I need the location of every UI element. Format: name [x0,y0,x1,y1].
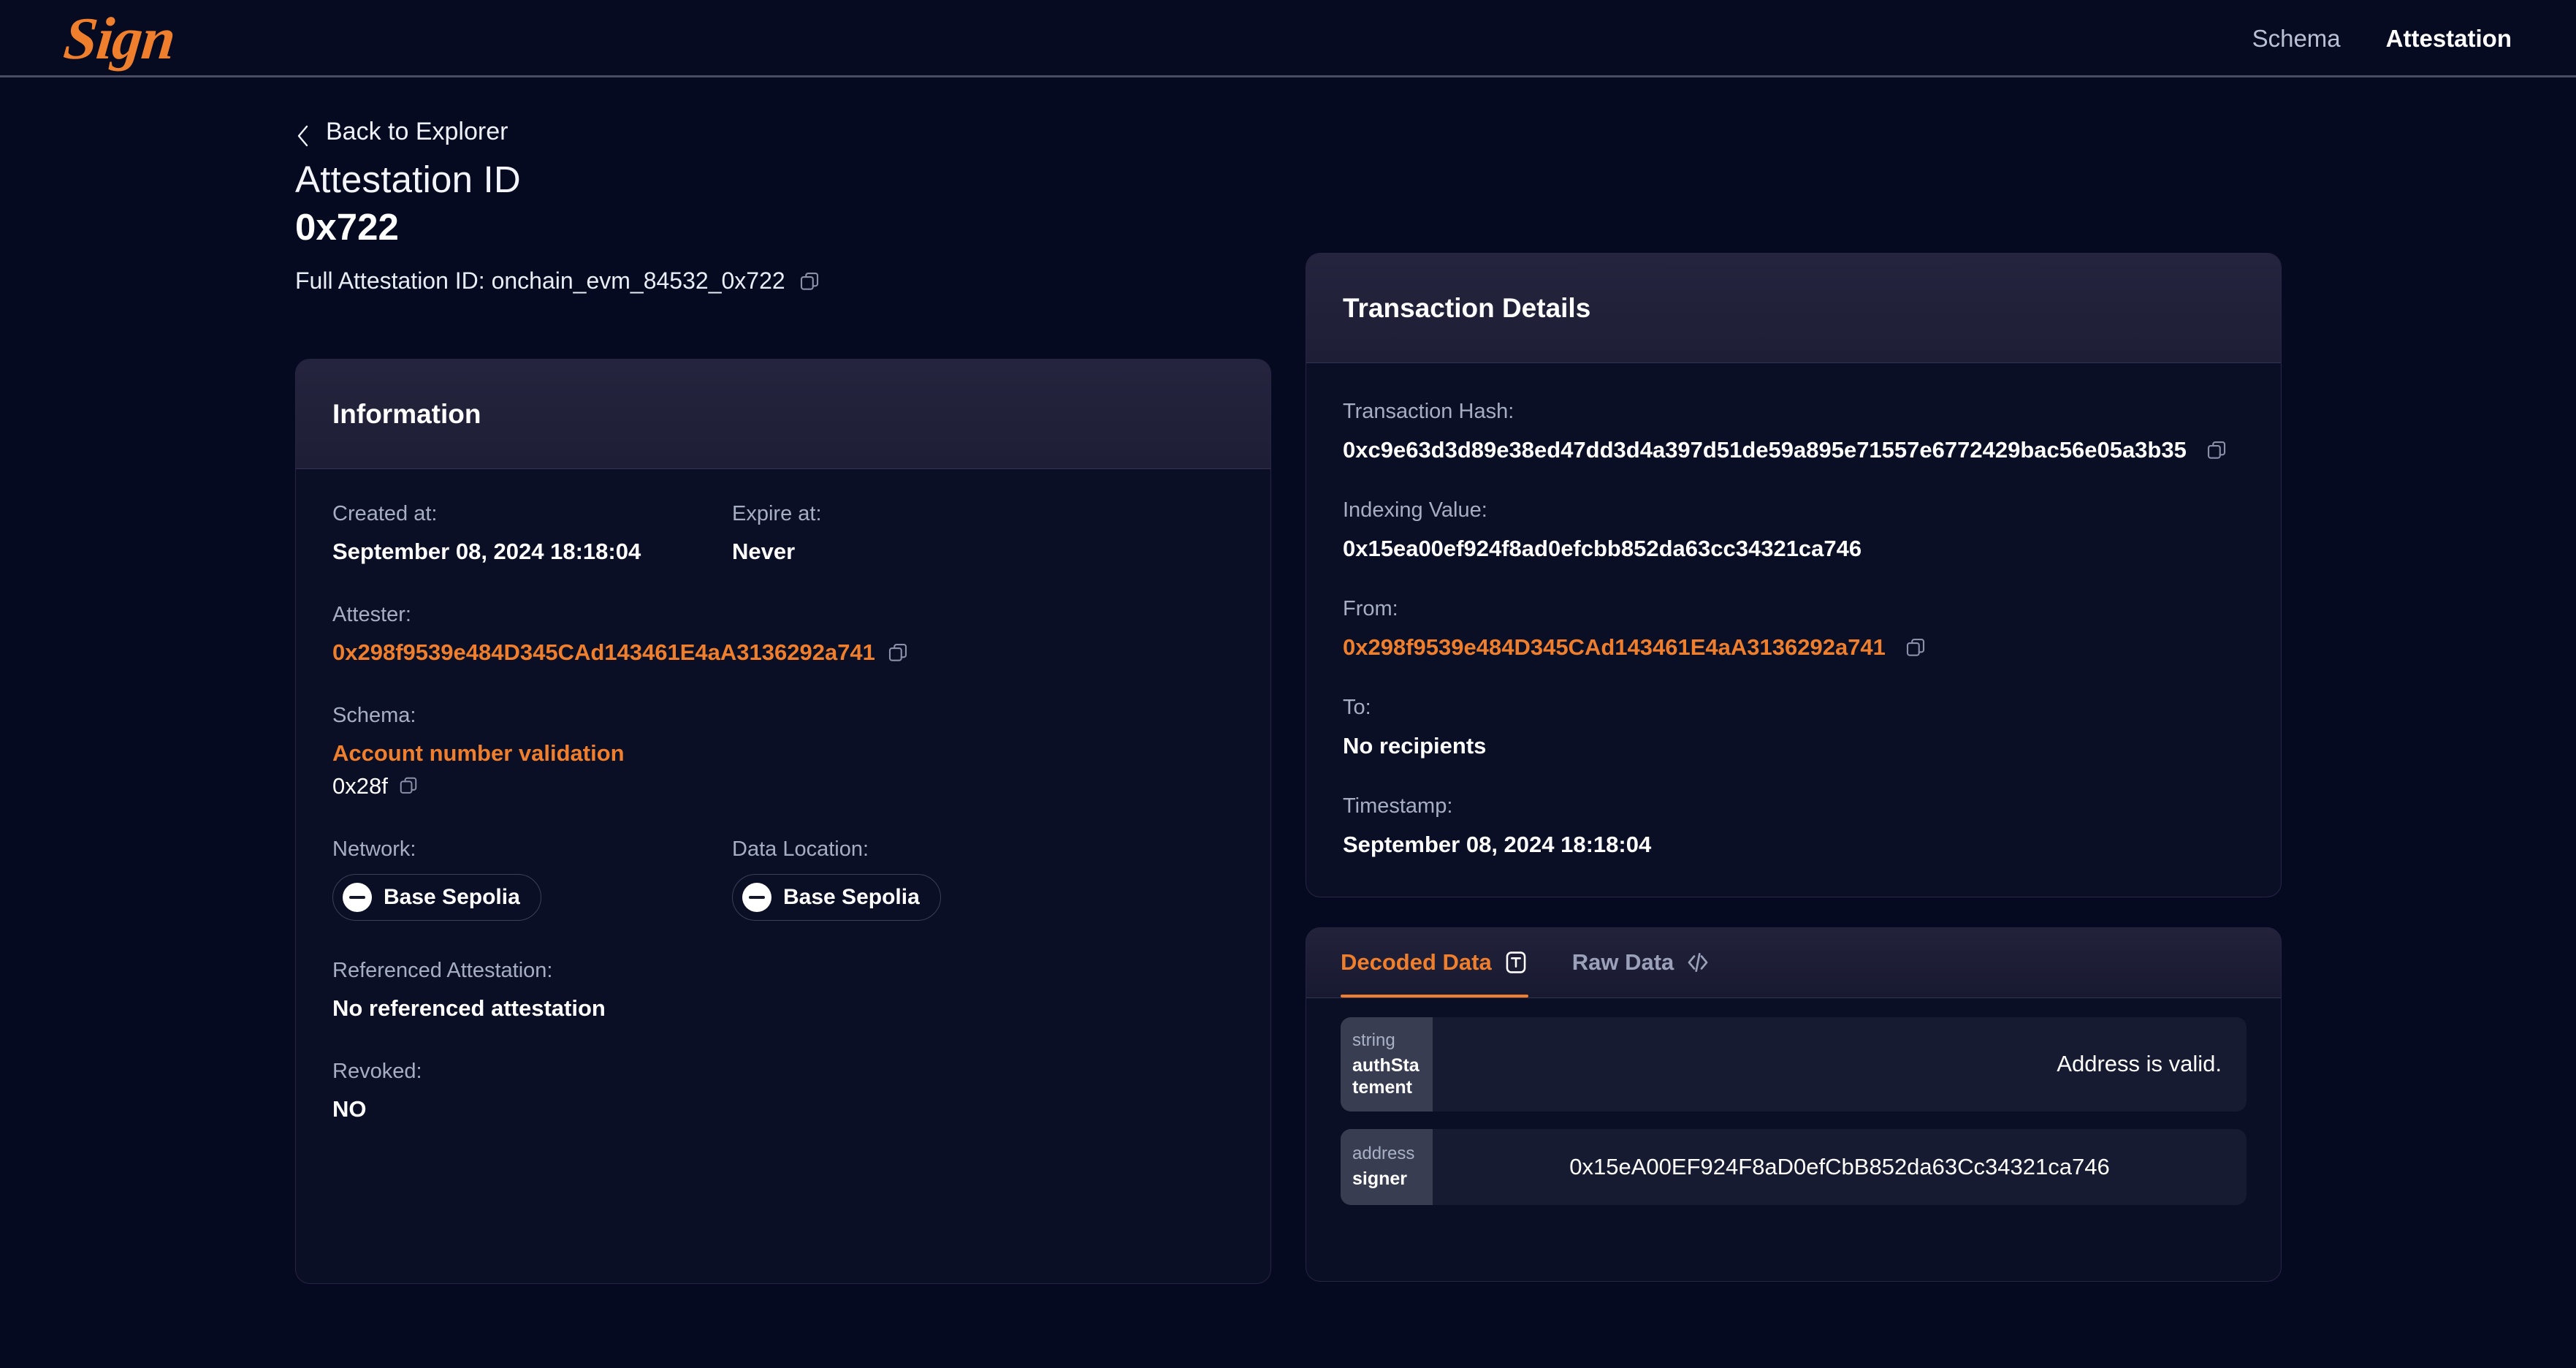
to-value: No recipients [1343,733,1487,759]
attester-value[interactable]: 0x298f9539e484D345CAd143461E4aA3136292a7… [332,639,875,666]
network-chip-label: Base Sepolia [384,885,520,909]
text-box-icon [1504,950,1528,975]
created-at-field: Created at: September 08, 2024 18:18:04 [332,502,732,565]
expire-at-label: Expire at: [732,502,822,525]
from-label: From: [1343,597,1398,620]
chevron-left-icon [295,124,311,146]
transaction-hash-row: 0xc9e63d3d89e38ed47dd3d4a397d51de59a895e… [1343,437,2244,463]
information-card-title: Information [332,398,481,429]
data-tabs: Decoded Data Raw Data [1306,928,2281,998]
timestamp-field: Timestamp: September 08, 2024 18:18:04 [1343,794,2244,858]
copy-icon[interactable] [799,270,820,292]
back-to-explorer-label: Back to Explorer [326,118,508,145]
back-to-explorer-button[interactable]: Back to Explorer [295,118,508,146]
network-field: Network: Base Sepolia [332,837,732,921]
data-row-type: address [1352,1144,1415,1164]
transaction-details-card: Transaction Details Transaction Hash: 0x… [1306,253,2282,897]
indexing-value-label: Indexing Value: [1343,498,1487,522]
network-location-row: Network: Base Sepolia Data Location: Bas… [332,837,1234,921]
timestamp-value: September 08, 2024 18:18:04 [1343,832,1652,857]
data-location-label: Data Location: [732,837,869,861]
to-label: To: [1343,696,1371,719]
sign-logo[interactable]: Sign [60,0,178,77]
tab-raw-data-label: Raw Data [1571,949,1674,975]
table-row: address signer 0x15eA00EF924F8aD0efCbB85… [1341,1128,2247,1205]
referenced-attestation-field: Referenced Attestation: No referenced at… [332,959,1234,1022]
created-expire-row: Created at: September 08, 2024 18:18:04 … [332,502,1234,565]
timestamp-label: Timestamp: [1343,794,1453,818]
nav-link-schema[interactable]: Schema [2252,25,2341,53]
full-attestation-id-text: Full Attestation ID: onchain_evm_84532_0… [295,267,785,294]
to-field: To: No recipients [1343,696,2244,759]
transaction-details-body: Transaction Hash: 0xc9e63d3d89e38ed47dd3… [1306,363,2281,858]
full-attestation-id-row: Full Attestation ID: onchain_evm_84532_0… [295,267,820,294]
data-row-value: 0x15eA00EF924F8aD0efCbB852da63Cc34321ca7… [1569,1153,2110,1179]
transaction-details-title: Transaction Details [1343,292,1591,323]
expire-at-field: Expire at: Never [732,502,822,565]
schema-id-row: 0x28f [332,773,1234,799]
transaction-hash-label: Transaction Hash: [1343,400,1514,423]
data-row-label: address signer [1341,1128,1433,1205]
nav-link-attestation[interactable]: Attestation [2386,25,2512,53]
tab-decoded-data[interactable]: Decoded Data [1341,928,1546,997]
code-brackets-icon [1685,950,1710,975]
indexing-value-value: 0x15ea00ef924f8ad0efcbb852da63cc34321ca7… [1343,536,1862,561]
network-label: Network: [332,837,416,861]
nav-links: Schema Attestation [2252,0,2512,77]
attester-value-row: 0x298f9539e484D345CAd143461E4aA3136292a7… [332,639,1234,666]
transaction-hash-value: 0xc9e63d3d89e38ed47dd3d4a397d51de59a895e… [1343,437,2187,463]
transaction-details-header: Transaction Details [1306,254,2281,363]
copy-icon[interactable] [1905,636,1927,658]
revoked-label: Revoked: [332,1060,422,1083]
indexing-value-field: Indexing Value: 0x15ea00ef924f8ad0efcbb8… [1343,498,2244,562]
expire-at-value: Never [732,539,796,564]
information-card-header: Information [296,360,1270,469]
attestation-id-value: 0x722 [295,206,399,248]
data-location-field: Data Location: Base Sepolia [732,837,941,921]
decoded-data-rows: string authStatement Address is valid. a… [1306,998,2281,1205]
copy-icon[interactable] [398,775,420,797]
network-chip-base-sepolia[interactable]: Base Sepolia [332,874,541,921]
information-card: Information Created at: September 08, 20… [295,359,1271,1284]
created-at-value: September 08, 2024 18:18:04 [332,539,641,564]
page-title: Attestation ID [295,159,521,200]
data-row-name: authStatement [1352,1054,1420,1098]
referenced-attestation-value: No referenced attestation [332,995,606,1021]
transaction-hash-field: Transaction Hash: 0xc9e63d3d89e38ed47dd3… [1343,400,2244,463]
schema-name-link[interactable]: Account number validation [332,740,1234,767]
tab-raw-data[interactable]: Raw Data [1571,928,1729,997]
from-field: From: 0x298f9539e484D345CAd143461E4aA313… [1343,597,2244,661]
table-row: string authStatement Address is valid. [1341,1017,2247,1112]
from-value-row: 0x298f9539e484D345CAd143461E4aA3136292a7… [1343,634,2244,661]
schema-label: Schema: [332,704,416,727]
data-row-value: Address is valid. [2057,1051,2222,1077]
schema-id-value: 0x28f [332,773,388,799]
data-location-chip-base-sepolia[interactable]: Base Sepolia [732,874,941,921]
copy-icon[interactable] [887,642,909,664]
attester-label: Attester: [332,603,411,626]
top-navigation-bar: Sign Schema Attestation [0,0,2576,77]
copy-icon[interactable] [2206,439,2228,461]
information-card-body: Created at: September 08, 2024 18:18:04 … [296,469,1270,1122]
base-sepolia-icon [742,883,771,912]
data-row-name: signer [1352,1168,1408,1190]
referenced-attestation-label: Referenced Attestation: [332,959,553,982]
tab-decoded-data-label: Decoded Data [1341,949,1492,975]
attestation-data-card: Decoded Data Raw Data string authStateme… [1306,927,2282,1282]
from-value[interactable]: 0x298f9539e484D345CAd143461E4aA3136292a7… [1343,634,1886,661]
attester-field: Attester: 0x298f9539e484D345CAd143461E4a… [332,603,1234,666]
data-row-label: string authStatement [1341,1017,1433,1112]
data-row-type: string [1352,1030,1395,1050]
schema-field: Schema: Account number validation 0x28f [332,704,1234,799]
data-location-chip-label: Base Sepolia [783,885,920,909]
created-at-label: Created at: [332,502,438,525]
revoked-value: NO [332,1096,367,1122]
base-sepolia-icon [343,883,372,912]
revoked-field: Revoked: NO [332,1060,1234,1122]
